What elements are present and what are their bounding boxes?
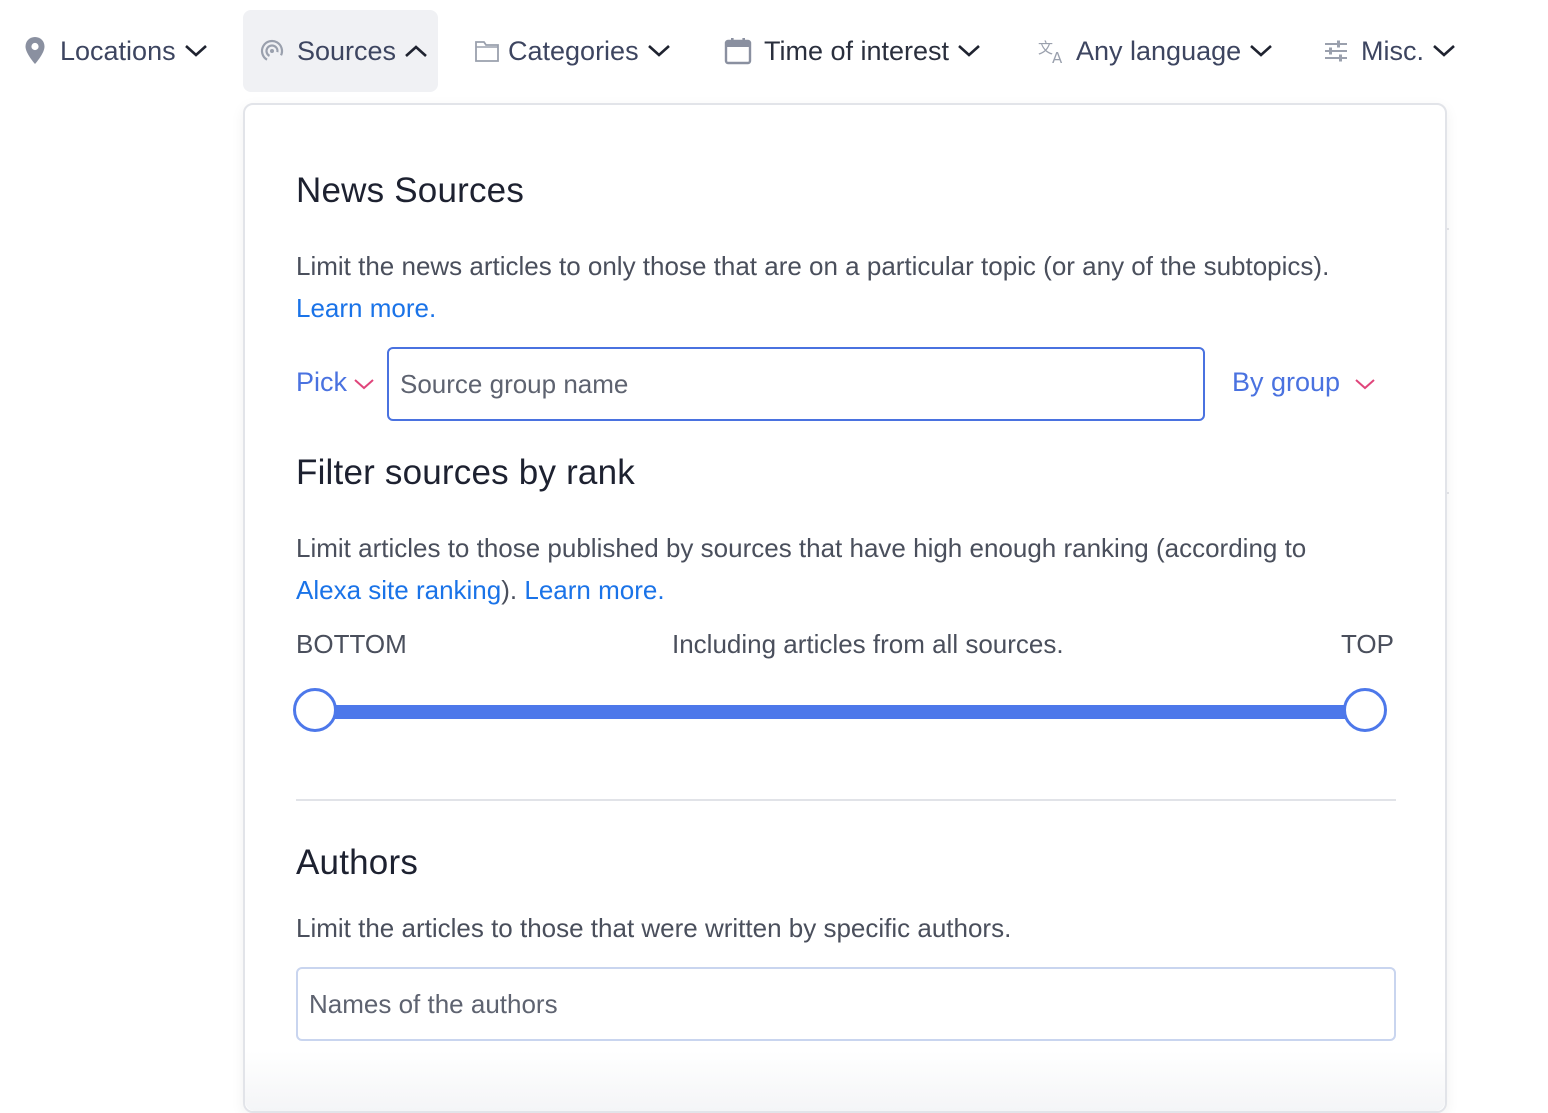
filter-time-label: Time of interest: [764, 35, 950, 66]
sources-dropdown-panel: News Sources Limit the news articles to …: [243, 103, 1447, 1113]
filter-language[interactable]: 文A Any language: [1038, 10, 1273, 92]
rank-filter-description: Limit articles to those published by sou…: [296, 527, 1406, 611]
rank-filter-learn-more-link[interactable]: Learn more.: [524, 575, 664, 605]
rank-filter-heading: Filter sources by rank: [296, 453, 635, 492]
pick-label: Pick: [296, 367, 348, 397]
rank-filter-description-text: Limit articles to those published by sou…: [296, 533, 1307, 563]
filter-misc[interactable]: Misc.: [1323, 10, 1456, 92]
svg-text:文: 文: [1038, 39, 1053, 57]
filter-locations[interactable]: Locations: [24, 10, 208, 92]
folder-icon: [474, 38, 500, 64]
broadcast-icon: [259, 38, 285, 64]
rank-slider-max-handle[interactable]: [1343, 688, 1387, 732]
pick-dropdown[interactable]: Pick: [296, 367, 375, 398]
section-divider: [296, 799, 1396, 801]
authors-heading: Authors: [296, 843, 419, 882]
by-group-dropdown[interactable]: By group: [1232, 367, 1376, 398]
chevron-down-icon: [1354, 367, 1376, 398]
alexa-ranking-link[interactable]: Alexa site ranking: [296, 575, 501, 605]
chevron-down-icon: [353, 367, 375, 398]
translate-icon: 文A: [1038, 37, 1068, 65]
filter-categories-label: Categories: [508, 35, 639, 66]
rank-min-label: BOTTOM: [296, 629, 407, 659]
chevron-down-icon: [647, 43, 671, 59]
authors-input[interactable]: [296, 967, 1396, 1041]
rank-slider-track[interactable]: [317, 705, 1365, 719]
by-group-label: By group: [1232, 367, 1341, 397]
filter-sources[interactable]: Sources: [243, 10, 438, 92]
filter-misc-label: Misc.: [1361, 35, 1424, 66]
authors-description: Limit the articles to those that were wr…: [296, 913, 1012, 943]
filter-sources-label: Sources: [297, 35, 397, 66]
filter-locations-label: Locations: [60, 35, 176, 66]
news-sources-learn-more-link[interactable]: Learn more.: [296, 293, 436, 323]
filter-language-label: Any language: [1076, 35, 1242, 66]
chevron-up-icon: [404, 43, 428, 59]
chevron-down-icon: [1249, 43, 1273, 59]
rank-max-label: TOP: [1341, 629, 1394, 659]
rank-slider-min-handle[interactable]: [293, 688, 337, 732]
map-pin-icon: [24, 36, 46, 66]
news-sources-description-text: Limit the news articles to only those th…: [296, 251, 1330, 281]
sliders-icon: [1323, 38, 1349, 64]
filter-bar: Locations Sources Categories Time of int…: [0, 0, 1548, 100]
news-sources-description: Limit the news articles to only those th…: [296, 245, 1406, 329]
chevron-down-icon: [1432, 43, 1456, 59]
filter-categories[interactable]: Categories: [474, 10, 671, 92]
rank-filter-description-suffix: ).: [501, 575, 518, 605]
news-sources-heading: News Sources: [296, 171, 525, 210]
chevron-down-icon: [184, 43, 208, 59]
filter-time-of-interest[interactable]: Time of interest: [724, 10, 981, 92]
chevron-down-icon: [957, 43, 981, 59]
svg-text:A: A: [1052, 49, 1063, 65]
rank-status-text: Including articles from all sources.: [672, 629, 1064, 659]
calendar-icon: [724, 37, 752, 65]
panel-footer-fade: [245, 1051, 1445, 1111]
source-group-input[interactable]: [387, 347, 1205, 421]
